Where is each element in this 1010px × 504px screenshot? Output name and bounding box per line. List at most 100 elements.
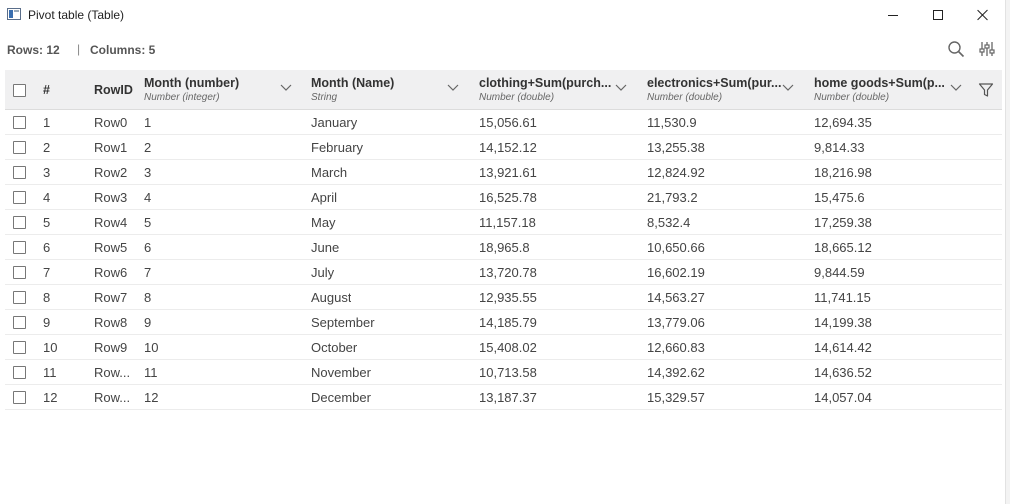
row-number-cell: 2 — [43, 139, 51, 155]
select-all-checkbox[interactable] — [13, 84, 26, 97]
row-id-cell: Row3 — [94, 189, 128, 205]
row-checkbox[interactable] — [13, 290, 26, 304]
electronics-cell: 12,824.92 — [647, 164, 705, 180]
column-settings-icon[interactable] — [978, 40, 996, 58]
header-row-number: # — [43, 82, 50, 97]
home-goods-cell: 14,636.52 — [814, 364, 872, 380]
row-checkbox[interactable] — [13, 165, 26, 179]
table-status-bar: Rows: 12 | Columns: 5 — [0, 37, 1010, 63]
month-number-cell: 5 — [144, 214, 152, 230]
table-row[interactable]: 5 Row4 5 May 11,157.18 8,532.4 17,259.38 — [5, 210, 1002, 235]
table-row[interactable]: 7 Row6 7 July 13,720.78 16,602.19 9,844.59 — [5, 260, 1002, 285]
clothing-cell: 13,921.61 — [479, 164, 537, 180]
month-number-cell: 9 — [144, 314, 152, 330]
header-month-number[interactable]: Month (number) Number (integer) — [144, 76, 239, 103]
month-name-cell: July — [311, 264, 335, 280]
close-button[interactable] — [961, 0, 1005, 30]
table-row[interactable]: 2 Row1 2 February 14,152.12 13,255.38 9,814.33 — [5, 135, 1002, 160]
home-goods-cell: 17,259.38 — [814, 214, 872, 230]
electronics-cell: 14,563.27 — [647, 289, 705, 305]
minimize-icon — [888, 14, 898, 16]
row-number-cell: 6 — [43, 239, 51, 255]
table-row[interactable]: 8 Row7 8 August 12,935.55 14,563.27 11,741.15 — [5, 285, 1002, 310]
window-right-edge — [1005, 0, 1010, 504]
month-number-cell: 12 — [144, 389, 159, 405]
row-checkbox[interactable] — [13, 315, 26, 329]
month-number-cell: 1 — [144, 114, 152, 130]
table-row[interactable]: 10 Row9 10 October 15,408.02 12,660.83 14,614.… — [5, 335, 1002, 360]
month-number-cell: 6 — [144, 239, 152, 255]
row-number-cell: 12 — [43, 389, 58, 405]
month-number-cell: 11 — [144, 364, 158, 380]
row-number-cell: 4 — [43, 189, 51, 205]
home-goods-cell: 12,694.35 — [814, 114, 872, 130]
chevron-down-icon[interactable] — [782, 84, 794, 92]
electronics-cell: 15,329.57 — [647, 389, 705, 405]
header-month-name[interactable]: Month (Name) String — [311, 76, 394, 103]
clothing-cell: 10,713.58 — [479, 364, 537, 380]
row-id-cell: Row4 — [94, 214, 128, 230]
table-row[interactable]: 3 Row2 3 March 13,921.61 12,824.92 18,216.98 — [5, 160, 1002, 185]
month-number-cell: 8 — [144, 289, 152, 305]
row-checkbox[interactable] — [13, 115, 26, 129]
home-goods-cell: 9,844.59 — [814, 264, 865, 280]
row-id-cell: Row8 — [94, 314, 128, 330]
clothing-cell: 13,187.37 — [479, 389, 537, 405]
close-icon — [977, 9, 989, 21]
header-row-id[interactable]: RowID — [94, 70, 133, 109]
table-row[interactable]: 11 Row... 11 November 10,713.58 14,392.62 14,6… — [5, 360, 1002, 385]
row-id-cell: Row... — [94, 389, 131, 405]
row-checkbox[interactable] — [13, 190, 26, 204]
rows-count: Rows: 12 — [7, 43, 60, 57]
month-number-cell: 4 — [144, 189, 152, 205]
table-row[interactable]: 4 Row3 4 April 16,525.78 21,793.2 15,475.6 — [5, 185, 1002, 210]
table-row[interactable]: 1 Row0 1 January 15,056.61 11,530.9 12,694.35 — [5, 110, 1002, 135]
row-number-cell: 11 — [43, 364, 57, 380]
row-checkbox-cell — [13, 310, 26, 334]
month-name-cell: September — [311, 314, 375, 330]
clothing-cell: 14,152.12 — [479, 139, 537, 155]
app-table-icon — [7, 8, 21, 20]
row-checkbox[interactable] — [13, 265, 26, 279]
row-checkbox[interactable] — [13, 215, 26, 229]
row-checkbox-cell — [13, 385, 26, 409]
clothing-cell: 14,185.79 — [479, 314, 537, 330]
row-checkbox[interactable] — [13, 365, 26, 379]
search-icon[interactable] — [947, 40, 965, 58]
chevron-down-icon[interactable] — [615, 84, 627, 92]
clothing-cell: 15,408.02 — [479, 339, 537, 355]
row-checkbox[interactable] — [13, 390, 26, 404]
row-checkbox[interactable] — [13, 240, 26, 254]
header-home-goods[interactable]: home goods+Sum(p... Number (double) — [814, 76, 945, 103]
row-id-cell: Row... — [94, 364, 131, 380]
month-name-cell: June — [311, 239, 340, 255]
row-checkbox[interactable] — [13, 140, 26, 154]
row-number-cell: 10 — [43, 339, 58, 355]
row-number-cell: 1 — [43, 114, 51, 130]
header-electronics[interactable]: electronics+Sum(pur... Number (double) — [647, 76, 781, 103]
electronics-cell: 16,602.19 — [647, 264, 705, 280]
row-id-cell: Row1 — [94, 139, 128, 155]
row-checkbox-cell — [13, 135, 26, 159]
row-checkbox-cell — [13, 160, 26, 184]
minimize-button[interactable] — [871, 0, 915, 30]
row-checkbox-cell — [13, 185, 26, 209]
month-name-cell: May — [311, 214, 336, 230]
home-goods-cell: 18,216.98 — [814, 164, 872, 180]
row-number-cell: 3 — [43, 164, 51, 180]
row-id-cell: Row0 — [94, 114, 128, 130]
status-separator: | — [77, 42, 81, 56]
chevron-down-icon[interactable] — [280, 84, 292, 92]
header-clothing[interactable]: clothing+Sum(purch... Number (double) — [479, 76, 611, 103]
table-row[interactable]: 12 Row... 12 December 13,187.37 15,329.57 14,0… — [5, 385, 1002, 410]
electronics-cell: 13,779.06 — [647, 314, 705, 330]
maximize-button[interactable] — [916, 0, 960, 30]
table-row[interactable]: 9 Row8 9 September 14,185.79 13,779.06 14,199.… — [5, 310, 1002, 335]
home-goods-cell: 14,614.42 — [814, 339, 872, 355]
row-checkbox[interactable] — [13, 340, 26, 354]
table-row[interactable]: 6 Row5 6 June 18,965.8 10,650.66 18,665.12 — [5, 235, 1002, 260]
chevron-down-icon[interactable] — [950, 84, 962, 92]
row-checkbox-cell — [13, 210, 26, 234]
filter-icon[interactable] — [978, 82, 994, 98]
chevron-down-icon[interactable] — [447, 84, 459, 92]
